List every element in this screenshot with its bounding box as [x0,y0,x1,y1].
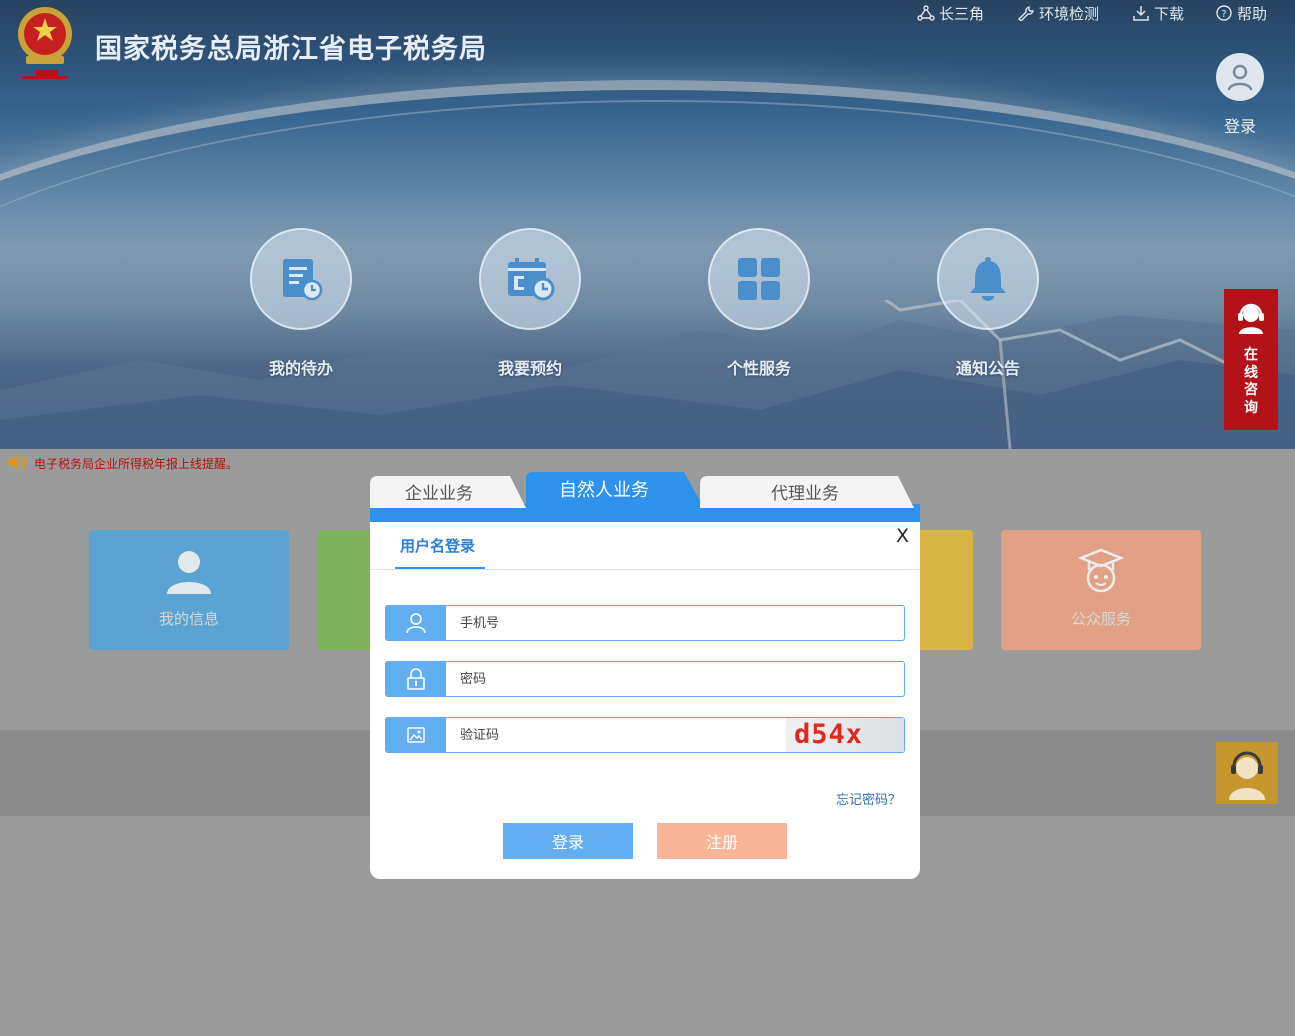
customer-service-icon [1238,303,1264,334]
toplink-help[interactable]: ? 帮助 [1215,4,1268,23]
password-field-icon-box [386,662,446,696]
user-icon [406,613,426,634]
quick-nav-todo[interactable] [250,228,352,330]
consult-char: 询 [1244,399,1258,416]
toplink-label: 帮助 [1237,4,1268,23]
captcha-image[interactable]: d54x [786,718,904,752]
tab-natural-person-business[interactable]: 自然人业务 [526,474,682,504]
quick-nav-label: 个性服务 [726,359,791,378]
header-login-link[interactable]: 登录 [1216,113,1264,137]
graduate-icon [1077,548,1125,593]
tile-public-service[interactable]: 公众服务 [1001,530,1201,650]
quick-nav-announcements[interactable] [937,228,1039,330]
user-icon [1227,64,1253,91]
phone-input[interactable] [460,606,780,640]
tile-green[interactable] [317,530,377,650]
bell-icon [970,257,1006,301]
modal-body [370,522,920,879]
modal-divider [370,569,920,570]
banner-overlay [0,0,1295,449]
register-button[interactable]: 注册 [657,823,787,859]
triangle-nodes-icon [917,5,935,21]
grid-icon [738,258,780,300]
captcha-field-icon-box [386,718,446,752]
tax-emblem-icon [18,7,72,79]
image-icon [407,727,425,743]
login-button[interactable]: 登录 [503,823,633,859]
header-banner [0,0,1295,449]
captcha-input[interactable] [460,718,780,752]
phone-field-icon-box [386,606,446,640]
toplink-label: 环境检测 [1039,4,1100,23]
toplink-label: 下载 [1154,4,1185,23]
toplink-label: 长三角 [939,4,985,23]
site-title: 国家税务总局浙江省电子税务局 [95,34,487,65]
modal-close-button[interactable]: X [896,525,909,547]
tile-label: 我的信息 [158,610,219,628]
todo-doc-icon [283,259,323,301]
captcha-text: d54x [794,719,864,750]
subtab-username-login[interactable]: 用户名登录 [400,535,475,556]
tile-my-info[interactable]: 我的信息 [89,530,289,650]
password-field [385,661,905,697]
quick-nav-label: 通知公告 [955,359,1020,378]
quick-nav-label: 我的待办 [268,359,333,378]
help-circle-icon: ? [1216,5,1232,21]
quick-nav-label: 我要预约 [497,359,562,378]
captcha-field: d54x [385,717,905,753]
tile-yellow[interactable] [913,530,973,650]
forgot-password-link[interactable]: 忘记密码？ [836,789,901,808]
smart-assistant-button[interactable] [1216,742,1278,804]
lock-icon [407,668,425,690]
login-modal: 企业业务 自然人业务 代理业务 X 用户名登录 手机号 验证码 d54x 忘记密… [370,472,920,879]
online-consult-button[interactable]: 在 线 咨 询 [1224,289,1278,430]
download-icon [1133,6,1149,21]
login-avatar[interactable] [1216,53,1264,101]
tab-enterprise-business[interactable]: 企业业务 [370,476,508,506]
person-icon [167,551,211,594]
quick-nav-appointment[interactable] [479,228,581,330]
notice-marquee[interactable]: 电子税务局企业所得税年报上线提醒。 [34,455,238,472]
tile-label: 公众服务 [1070,610,1131,628]
consult-char: 咨 [1244,382,1258,398]
tab-agent-business[interactable]: 代理业务 [700,476,910,506]
toplink-download[interactable]: 下载 [1132,4,1185,23]
assistant-avatar-icon [1229,751,1265,800]
calendar-clock-icon [508,258,555,301]
wrench-icon [1018,6,1034,21]
consult-char: 线 [1244,364,1258,381]
svg-text:?: ? [1221,9,1226,20]
online-consult-label: 在 线 咨 询 [1224,347,1278,417]
password-input[interactable] [460,662,780,696]
quick-nav-personal-service[interactable] [708,228,810,330]
toplink-yangtze-delta[interactable]: 长三角 [917,4,985,23]
phone-field [385,605,905,641]
toplink-env-check[interactable]: 环境检测 [1017,4,1100,23]
consult-char: 在 [1244,347,1258,363]
speaker-icon [7,454,27,470]
